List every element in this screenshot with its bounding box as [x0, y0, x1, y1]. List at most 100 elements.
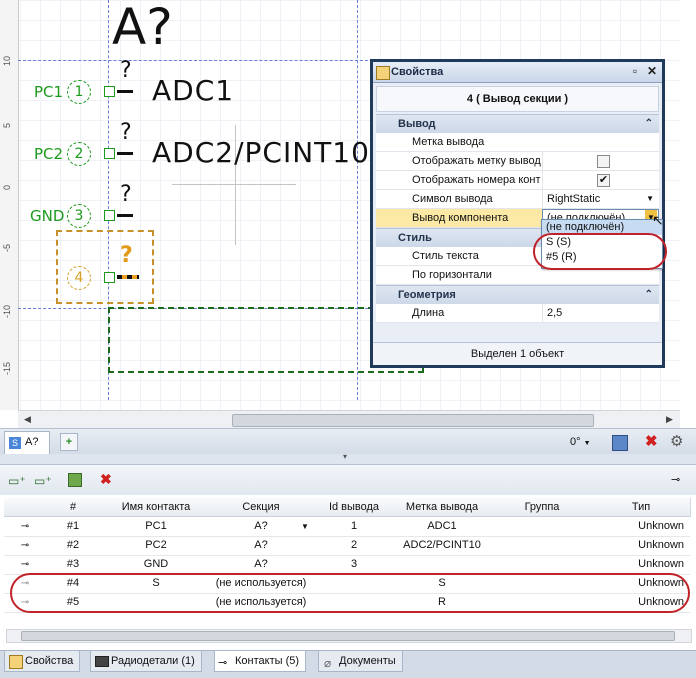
pin-number[interactable]: 3	[67, 204, 91, 228]
prop-name: Вывод компонента	[412, 212, 509, 224]
pin-anchor[interactable]	[104, 210, 115, 221]
import-icon[interactable]	[68, 473, 82, 487]
table-scrollbar[interactable]	[6, 629, 692, 643]
pin-number[interactable]: 1	[67, 80, 91, 104]
cell-section[interactable]: A?	[206, 536, 316, 555]
restore-icon[interactable]: ▫	[628, 64, 642, 78]
rotation-select[interactable]: 0° ▼	[570, 434, 600, 450]
prop-row[interactable]: Символ вывода RightStatic ▼	[376, 190, 659, 209]
pin-anchor[interactable]	[104, 86, 115, 97]
pin-net-label: GND	[30, 207, 65, 225]
column-header[interactable]: Метка вывода	[392, 498, 493, 517]
properties-title-bar[interactable]: Свойства ▫ ✕	[373, 62, 662, 83]
cell-type: Unknown	[638, 520, 684, 532]
column-header[interactable]: Id вывода	[316, 498, 393, 517]
scroll-right-icon[interactable]: ▶	[666, 414, 673, 425]
column-header[interactable]: Тип	[592, 498, 691, 517]
collapse-icon[interactable]: ⌃	[645, 115, 653, 133]
prop-row[interactable]: Длина 2,5	[376, 304, 659, 323]
chip-icon	[95, 656, 109, 667]
category-geometry[interactable]: Геометрия ⌃	[376, 285, 659, 304]
prop-row[interactable]: Отображать метку вывод	[376, 152, 659, 171]
ruler-label: -15	[2, 361, 12, 375]
pin-icon: ⊸	[218, 657, 228, 669]
column-header[interactable]: Группа	[492, 498, 593, 517]
pin-line	[117, 152, 133, 155]
horizontal-scrollbar[interactable]: ◀ ▶	[18, 410, 680, 429]
column-header[interactable]: #	[40, 498, 107, 517]
chevron-down-icon[interactable]: ▼	[300, 517, 310, 536]
add-multiple-icon[interactable]: ▭⁺	[34, 474, 52, 488]
splitter[interactable]: ▾	[0, 452, 696, 464]
schematic-icon: S	[9, 437, 21, 449]
properties-icon	[9, 655, 23, 669]
cell-section[interactable]: A?	[206, 555, 316, 574]
prop-value[interactable]	[542, 152, 659, 170]
ruler-label: 5	[2, 122, 12, 128]
crosshair	[172, 184, 296, 185]
table-row[interactable]: ⊸ #3 GND A? 3 Unknown	[4, 555, 690, 575]
prop-name: Символ вывода	[412, 193, 493, 205]
add-contact-icon[interactable]: ▭⁺	[8, 474, 26, 488]
pin-question: ?	[120, 58, 132, 83]
table-row[interactable]: ⊸ #1 PC1 A? ▼ 1 ADC1 Unknown	[4, 517, 690, 537]
pin-number[interactable]: 2	[67, 142, 91, 166]
column-header[interactable]: Имя контакта	[106, 498, 207, 517]
pin-options-icon[interactable]: ⊸	[671, 473, 680, 486]
prop-name: Метка вывода	[412, 136, 485, 148]
category-label: Стиль	[398, 232, 432, 244]
cell-id: 1	[350, 520, 358, 532]
tab-label: Свойства	[25, 655, 74, 667]
column-header[interactable]: Секция	[206, 498, 317, 517]
checkbox[interactable]	[597, 154, 610, 168]
scroll-thumb[interactable]	[21, 631, 675, 641]
scroll-left-icon[interactable]: ◀	[24, 414, 31, 425]
prop-row[interactable]: Отображать номера конт ✔	[376, 171, 659, 190]
delete-icon[interactable]: ✖	[645, 432, 658, 450]
cell-name: PC1	[145, 520, 167, 532]
tab-components[interactable]: Радиодетали (1)	[90, 651, 202, 672]
pin-label: ADC2/PCINT10	[152, 136, 370, 169]
prop-value[interactable]: RightStatic	[542, 190, 659, 208]
close-icon[interactable]: ✕	[645, 64, 659, 78]
pin-number[interactable]: 4	[67, 266, 91, 290]
properties-window[interactable]: Свойства ▫ ✕ 4 ( Вывод секции ) Вывод ⌃ М…	[370, 59, 665, 368]
document-tab-bar: S A? + 0° ▼ ✖ ⚙	[0, 428, 696, 455]
properties-title: Свойства	[391, 66, 444, 78]
tab-contacts[interactable]: ⊸ Контакты (5)	[214, 651, 307, 672]
prop-row[interactable]: Метка вывода	[376, 133, 659, 152]
properties-object-header: 4 ( Вывод секции )	[376, 86, 659, 112]
prop-value[interactable]: 2,5	[542, 304, 659, 322]
ruler-label: 10	[2, 55, 12, 66]
splitter-arrow-icon[interactable]: ▾	[343, 452, 347, 461]
pin-question: ?	[120, 243, 133, 268]
category-label: Вывод	[398, 118, 436, 130]
pin-anchor[interactable]	[104, 272, 115, 283]
cell-number: #2	[66, 539, 80, 551]
category-output[interactable]: Вывод ⌃	[376, 114, 659, 133]
pin-anchor[interactable]	[104, 148, 115, 159]
tab-documents[interactable]: ⌀ Документы	[318, 651, 403, 672]
gear-icon[interactable]: ⚙	[670, 432, 683, 450]
symbol-settings-icon[interactable]	[612, 435, 628, 451]
table-row[interactable]: ⊸ #2 PC2 A? 2 ADC2/PCINT10 Unknown	[4, 536, 690, 556]
pin-question: ?	[120, 120, 132, 145]
selected-pin-box[interactable]	[56, 230, 154, 304]
pin-row-icon: ⊸	[20, 540, 30, 551]
pin-row-icon: ⊸	[20, 559, 30, 570]
prop-name: По горизонтали	[412, 269, 492, 281]
document-tab[interactable]: S A?	[4, 431, 50, 454]
contacts-toolbar: ▭⁺ ▭⁺ ✖ ⊸	[0, 465, 696, 495]
dropdown-arrow-icon[interactable]: ▼	[646, 190, 654, 208]
scroll-thumb[interactable]	[232, 414, 594, 427]
pin-line	[117, 275, 139, 279]
pin-line	[117, 90, 133, 93]
collapse-icon[interactable]: ⌃	[645, 286, 653, 304]
checkbox-checked[interactable]: ✔	[597, 173, 610, 187]
prop-name: Длина	[412, 307, 445, 319]
delete-icon[interactable]: ✖	[100, 471, 112, 488]
add-section-icon[interactable]: +	[60, 433, 78, 451]
tab-properties[interactable]: Свойства	[4, 651, 81, 672]
prop-value[interactable]: ✔	[542, 171, 659, 189]
tab-label: Контакты (5)	[235, 655, 300, 667]
